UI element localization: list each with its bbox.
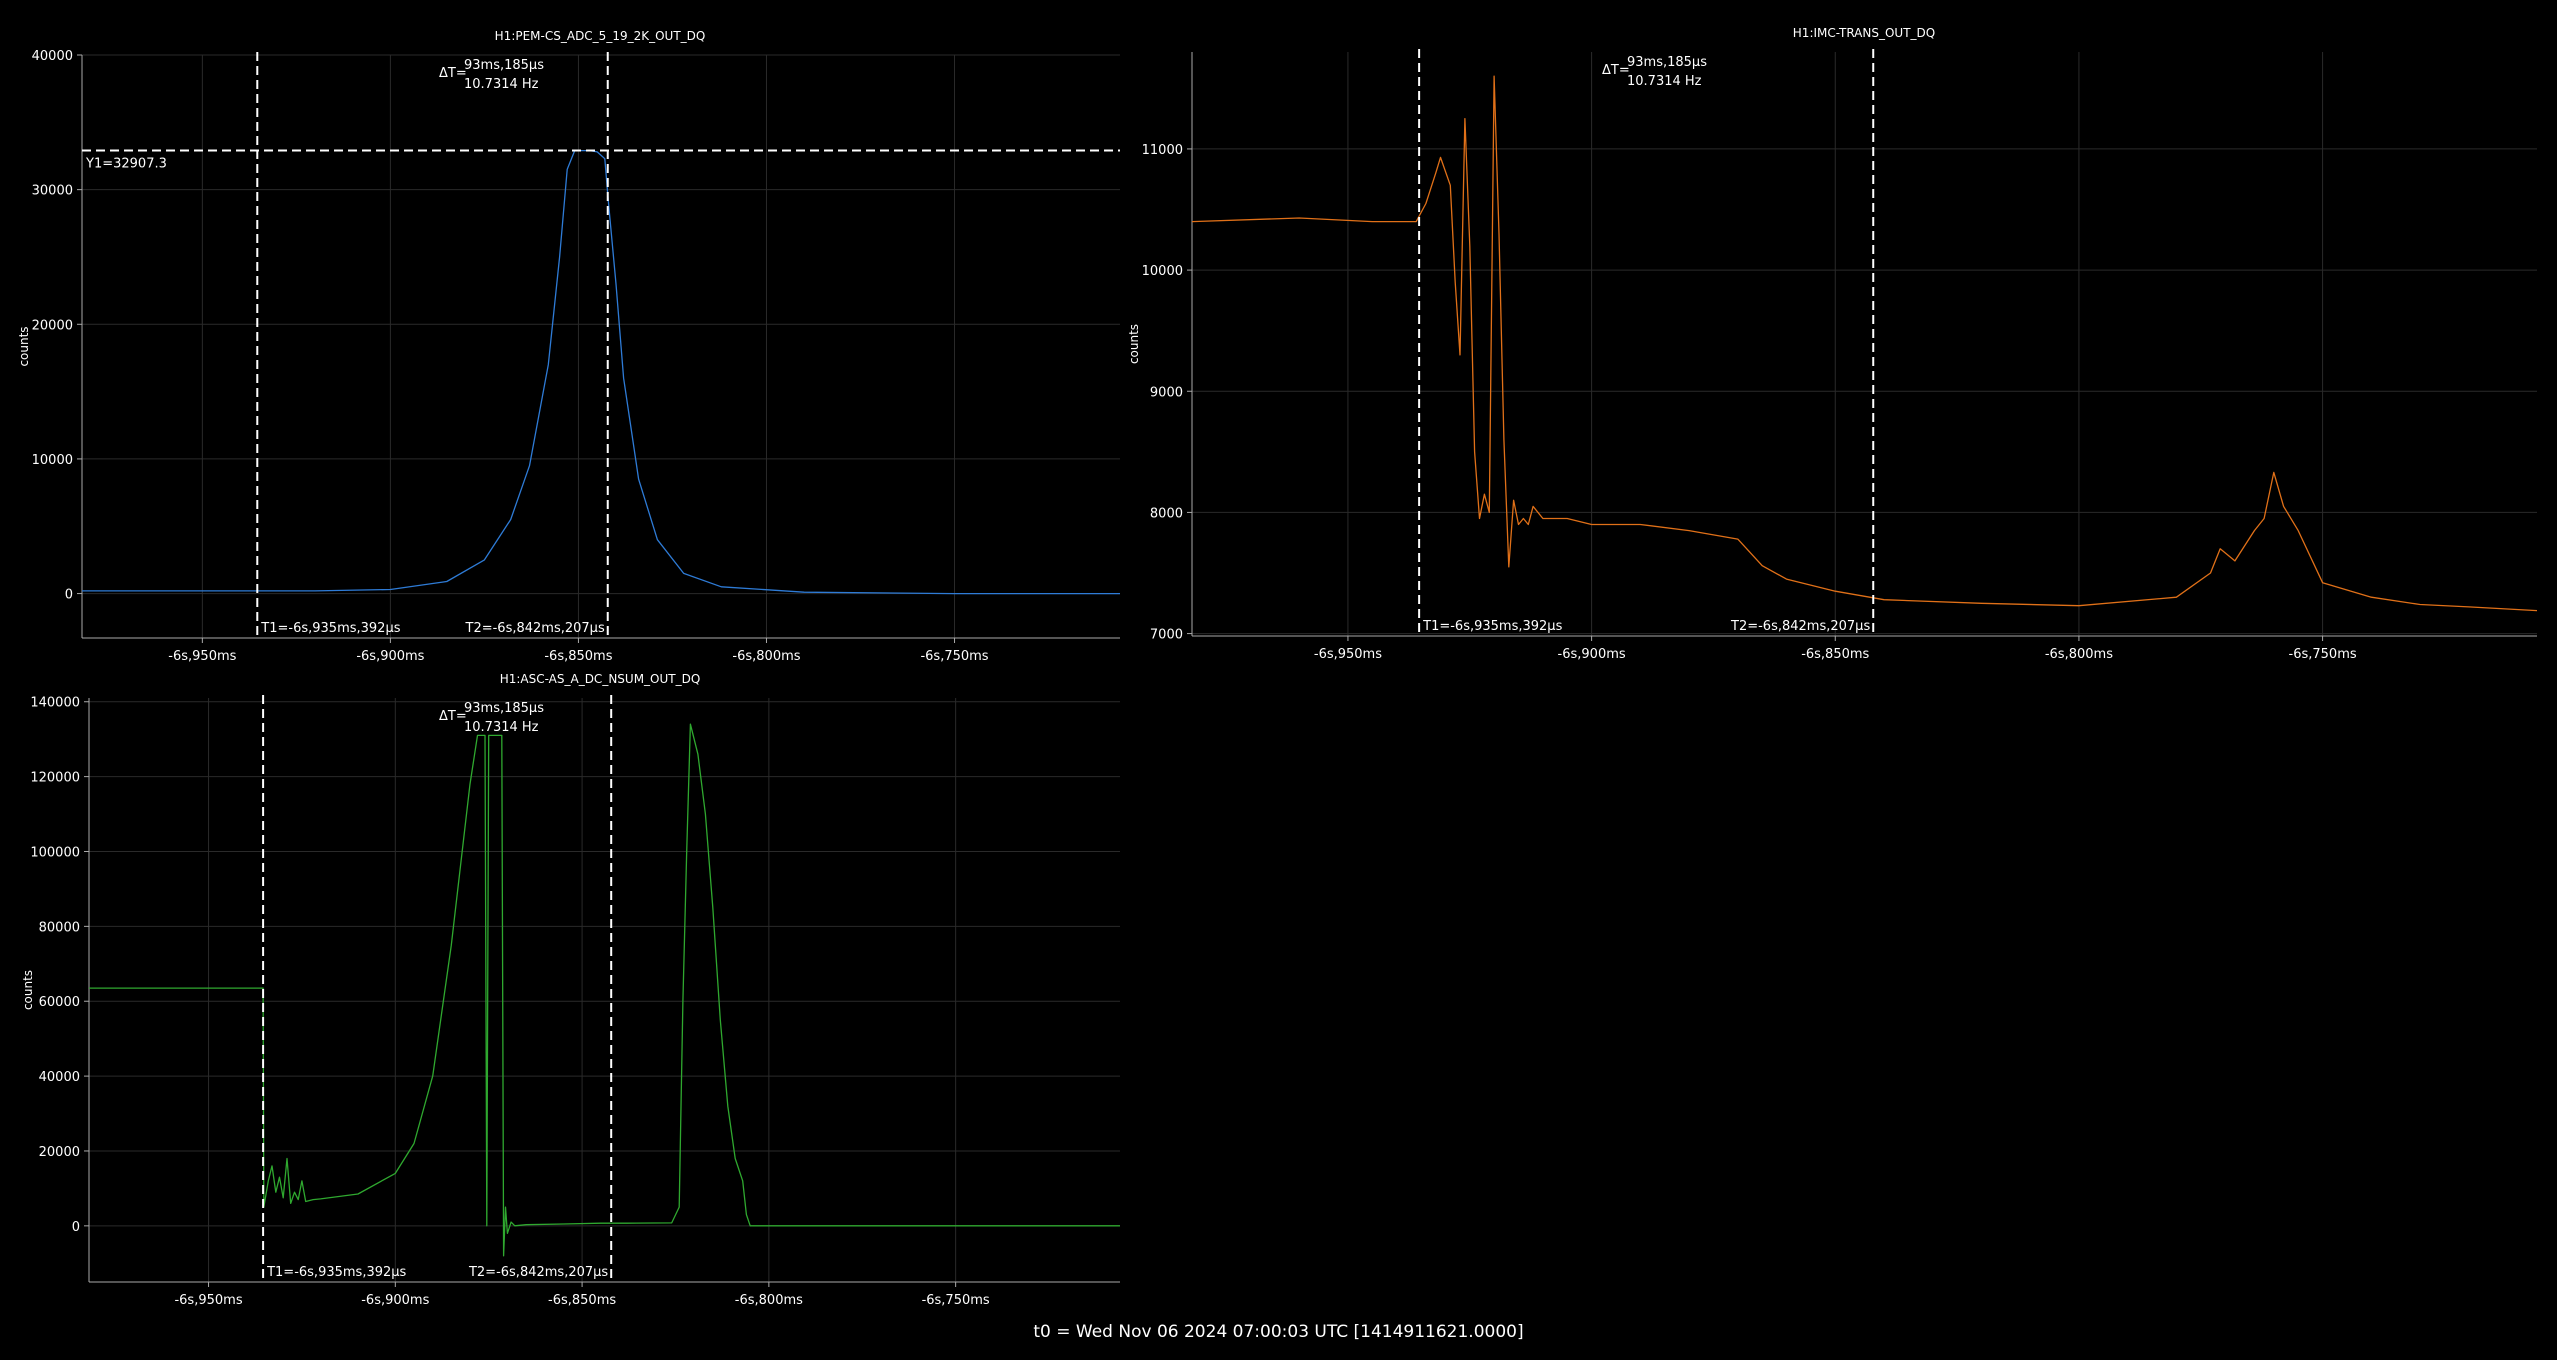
y-axis-label: counts xyxy=(17,326,31,366)
y-tick-label: 20000 xyxy=(39,1145,80,1160)
series-line xyxy=(89,723,1120,1257)
delta-frequency-value: 10.7314 Hz xyxy=(464,720,539,735)
y-tick-label: 40000 xyxy=(39,1070,80,1085)
delta-t-label: ΔT= xyxy=(1602,63,1630,78)
delta-frequency-value: 10.7314 Hz xyxy=(1627,74,1702,89)
series-line xyxy=(1191,75,2538,612)
y-tick-label: 11000 xyxy=(1142,143,1183,158)
chart-title: H1:ASC-AS_A_DC_NSUM_OUT_DQ xyxy=(500,672,701,686)
x-tick-label: -6s,950ms xyxy=(1314,647,1382,662)
y-tick-label: 0 xyxy=(65,588,73,603)
x-tick-label: -6s,900ms xyxy=(356,649,424,664)
y-tick-label: 140000 xyxy=(30,696,80,711)
chart-title: H1:PEM-CS_ADC_5_19_2K_OUT_DQ xyxy=(495,29,706,43)
cursor-t1-label: T1=-6s,935ms,392μs xyxy=(260,621,400,636)
x-tick-label: -6s,850ms xyxy=(548,1293,616,1308)
x-tick-label: -6s,950ms xyxy=(174,1293,242,1308)
y-tick-label: 30000 xyxy=(32,184,73,199)
x-tick-label: -6s,750ms xyxy=(920,649,988,664)
cursor-t2-label: T2=-6s,842ms,207μs xyxy=(468,1265,608,1280)
chart-panel-1: -6s,950ms -6s,900ms -6s,850ms -6s,800ms -6s,… xyxy=(17,29,1120,664)
cursor-y1-label: Y1=32907.3 xyxy=(85,156,167,171)
y-tick-label: 0 xyxy=(72,1220,80,1235)
x-tick-label: -6s,900ms xyxy=(1558,647,1626,662)
y-tick-label: 100000 xyxy=(30,845,80,860)
delta-t-value: 93ms,185μs xyxy=(464,58,544,73)
y-tick-label: 20000 xyxy=(32,318,73,333)
x-tick-label: -6s,850ms xyxy=(1801,647,1869,662)
delta-t-value: 93ms,185μs xyxy=(464,701,544,716)
y-tick-label: 7000 xyxy=(1150,628,1183,643)
cursor-t1-label: T1=-6s,935ms,392μs xyxy=(1422,619,1562,634)
t0-footer: t0 = Wed Nov 06 2024 07:00:03 UTC [14149… xyxy=(1033,1322,1524,1342)
y-tick-label: 80000 xyxy=(39,920,80,935)
cursor-t2-label: T2=-6s,842ms,207μs xyxy=(1730,619,1870,634)
chart-panel-2: -6s,950ms -6s,900ms -6s,850ms -6s,800ms -6s,… xyxy=(1127,26,2538,662)
y-axis-label: counts xyxy=(21,970,35,1010)
plot-canvas: -6s,950ms -6s,900ms -6s,850ms -6s,800ms -6s,… xyxy=(17,26,2538,1308)
y-tick-label: 60000 xyxy=(39,995,80,1010)
x-tick-label: -6s,950ms xyxy=(168,649,236,664)
y-axis-label: counts xyxy=(1127,324,1141,364)
delta-frequency-value: 10.7314 Hz xyxy=(464,77,539,92)
series-line xyxy=(82,149,1120,595)
x-tick-label: -6s,750ms xyxy=(2289,647,2357,662)
y-tick-label: 120000 xyxy=(30,771,80,786)
x-tick-label: -6s,750ms xyxy=(922,1293,990,1308)
delta-t-label: ΔT= xyxy=(439,66,467,81)
y-tick-label: 10000 xyxy=(1142,264,1183,279)
cursor-t2-label: T2=-6s,842ms,207μs xyxy=(465,621,605,636)
chart-title: H1:IMC-TRANS_OUT_DQ xyxy=(1793,26,1935,40)
x-tick-label: -6s,850ms xyxy=(544,649,612,664)
x-tick-label: -6s,800ms xyxy=(732,649,800,664)
y-tick-label: 10000 xyxy=(32,453,73,468)
x-tick-label: -6s,800ms xyxy=(2045,647,2113,662)
y-tick-label: 8000 xyxy=(1150,506,1183,521)
chart-panel-3: -6s,950ms -6s,900ms -6s,850ms -6s,800ms -6s,… xyxy=(21,672,1120,1308)
delta-t-label: ΔT= xyxy=(439,709,467,724)
y-tick-label: 40000 xyxy=(32,49,73,64)
cursor-t1-label: T1=-6s,935ms,392μs xyxy=(266,1265,406,1280)
x-tick-label: -6s,800ms xyxy=(735,1293,803,1308)
x-tick-label: -6s,900ms xyxy=(361,1293,429,1308)
delta-t-value: 93ms,185μs xyxy=(1627,55,1707,70)
y-tick-label: 9000 xyxy=(1150,385,1183,400)
